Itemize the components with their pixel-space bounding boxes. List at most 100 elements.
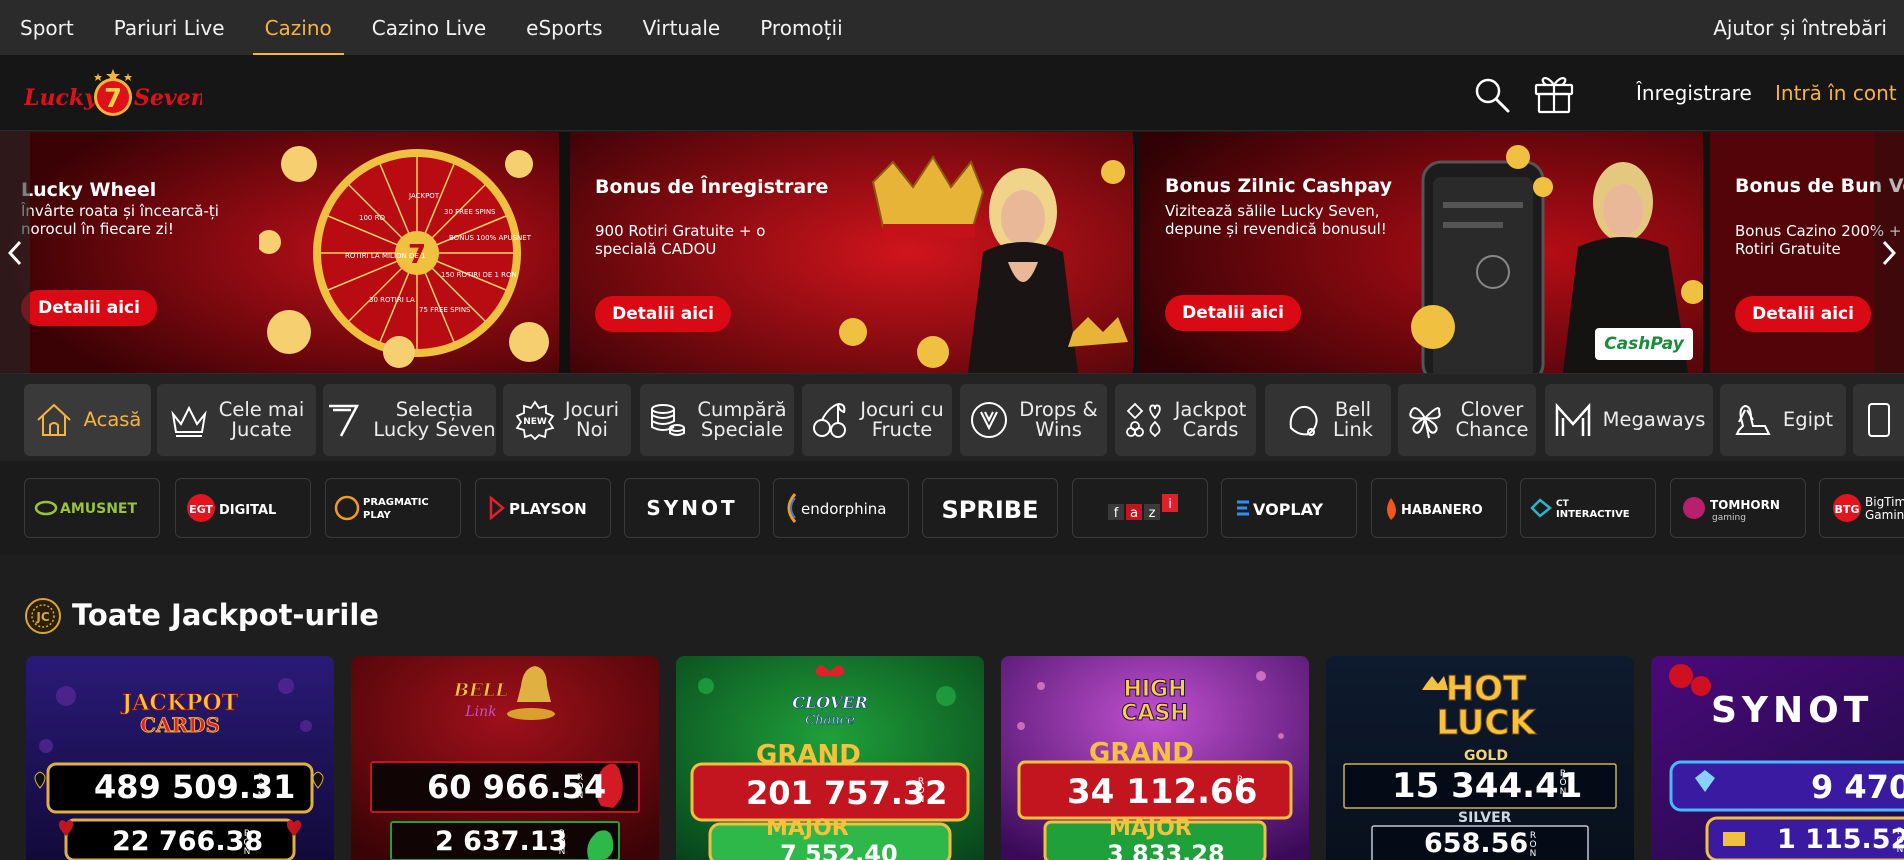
currency-label: RON	[243, 829, 251, 857]
jackpot-section-icon: JC	[25, 598, 61, 634]
spribe-logo: SPRIBE	[942, 496, 1039, 524]
currency-label: RON	[1559, 769, 1567, 797]
promo-card-lucky-wheel[interactable]: 7 JACKPOT 30 FREE SPINS BONUS 100% APUSN…	[0, 132, 559, 373]
jackpot-tier-label: SILVER	[1458, 810, 1512, 826]
jackpot-amount-second: 1 115.52	[1777, 824, 1904, 855]
category-jackpot-cards[interactable]: Jackpot Cards	[1115, 384, 1256, 456]
jackpot-tier-label: MAJOR	[1109, 816, 1192, 841]
nav-sport[interactable]: Sport	[0, 0, 94, 55]
playson-logo: PLAYSON	[489, 495, 587, 521]
clover-icon	[1409, 407, 1442, 439]
register-button[interactable]: Înregistrare	[1636, 81, 1752, 105]
wheel-label: 30 FREE SPINS	[444, 208, 496, 216]
category-jocuri-cu-fructe[interactable]: Jocuri cu Fructe	[802, 384, 952, 456]
drops-wins-icon	[971, 402, 1008, 438]
promo-details-button[interactable]: Detalii aici	[21, 290, 157, 326]
wheel-label: 100 RO	[359, 214, 385, 222]
jackpot-card-hot-luck[interactable]: HOT LUCK GOLD 15 344.41 RON SILVER 658.5…	[1326, 656, 1634, 860]
help-link[interactable]: Ajutor și întrebări	[1713, 0, 1887, 55]
promo-title: Bonus de Înregistrare	[595, 176, 829, 198]
cashpay-badge: CashPay	[1595, 328, 1693, 360]
svg-text:z: z	[1149, 506, 1156, 521]
nav-cazino[interactable]: Cazino	[245, 0, 352, 55]
category-clover-chance[interactable]: Clover Chance	[1398, 384, 1536, 456]
provider-amusnet[interactable]: AMUSNET	[24, 478, 160, 538]
provider-playson[interactable]: PLAYSON	[475, 478, 611, 538]
category-acasa[interactable]: Acasă	[24, 384, 151, 456]
provider-tomhorn[interactable]: TOMHORN gaming	[1670, 478, 1806, 538]
jackpot-amount-second: 3 833.28	[1107, 840, 1225, 860]
nav-promotii[interactable]: Promoții	[740, 0, 862, 55]
svg-text:7: 7	[104, 84, 122, 114]
promo-details-button[interactable]: Detalii aici	[595, 296, 731, 332]
carousel-prev-button[interactable]	[0, 132, 30, 373]
megaways-icon	[1555, 402, 1590, 436]
provider-pragmatic-play[interactable]: PRAGMATIC PLAY	[325, 478, 461, 538]
provider-bigtime-gaming[interactable]: BTG BigTime Gaming	[1819, 478, 1904, 538]
svg-text:Link: Link	[464, 704, 496, 720]
currency-label: RON	[576, 773, 584, 801]
nav-cazino-live[interactable]: Cazino Live	[352, 0, 506, 55]
provider-spribe[interactable]: SPRIBE	[922, 478, 1058, 538]
provider-endorphina[interactable]: endorphina	[773, 478, 909, 538]
nav-esports[interactable]: eSports	[506, 0, 622, 55]
jackpot-card-high-cash[interactable]: HIGH CASH GRAND 34 112.66 RON MAJOR 3 83…	[1001, 656, 1309, 860]
woman-crown-illustration	[839, 155, 1128, 373]
wheel-label: BONUS 100% APUSNET	[449, 234, 532, 242]
promo-description: Învârte roata și încearcă-ți norocul în …	[21, 202, 219, 238]
jackpot-amount-second: 22 766.38	[112, 826, 264, 857]
site-header: Lucky 7 Seven Înregistrare Intră în cont	[0, 55, 1904, 131]
nav-pariuri-live[interactable]: Pariuri Live	[94, 0, 245, 55]
jackpot-tier-label: GRAND	[756, 740, 861, 770]
home-icon	[36, 403, 71, 436]
svg-text:endorphina: endorphina	[801, 500, 887, 518]
gift-icon[interactable]	[1532, 71, 1576, 115]
promo-carousel: 7 JACKPOT 30 FREE SPINS BONUS 100% APUSN…	[0, 132, 1904, 373]
login-button[interactable]: Intră în cont	[1775, 81, 1897, 105]
provider-egt-digital[interactable]: EGT DIGITAL	[175, 478, 311, 538]
provider-habanero[interactable]: HABANERO	[1371, 478, 1507, 538]
card-suits-icon	[1125, 402, 1161, 438]
svg-text:DIGITAL: DIGITAL	[219, 503, 276, 518]
category-drops-wins[interactable]: Drops & Wins	[960, 384, 1107, 456]
provider-synot[interactable]: SYNOT	[624, 478, 760, 538]
provider-fazi[interactable]: f a z i	[1072, 478, 1208, 538]
promo-details-button[interactable]: Detalii aici	[1165, 295, 1301, 331]
wheel-label: 30 ROTIRI LA	[369, 296, 415, 304]
search-icon[interactable]	[1472, 75, 1512, 115]
svg-text:SPRIBE: SPRIBE	[942, 496, 1039, 524]
nav-virtuale[interactable]: Virtuale	[623, 0, 741, 55]
category-megaways[interactable]: Megaways	[1545, 384, 1713, 456]
category-label: Drops & Wins	[1019, 398, 1098, 441]
promo-card-daily-cashpay[interactable]: CashPay Bonus Zilnic Cashpay Vizitează s…	[1140, 132, 1703, 373]
category-jocuri-noi[interactable]: NEW Jocuri Noi	[503, 384, 631, 456]
jackpot-card-bell-link[interactable]: BELL Link 60 966.54 RON 2 637.13 RON	[351, 656, 659, 860]
svg-text:VOPLAY: VOPLAY	[1253, 500, 1323, 519]
carousel-next-button[interactable]	[1874, 132, 1904, 373]
category-cele-mai-jucate[interactable]: Cele mai Jucate	[157, 384, 316, 456]
jackpot-card-synot[interactable]: SYNOT 9 470.5 1 115.52 RON	[1651, 656, 1904, 860]
category-bell-link[interactable]: Bell Link	[1265, 384, 1391, 456]
svg-text:BELL: BELL	[453, 680, 508, 701]
category-more[interactable]	[1853, 384, 1904, 456]
wheel-label: 150 ROTIRI DE 1 RON	[441, 271, 517, 279]
category-bar: Acasă Cele mai Jucate Selecția Lucky Sev…	[0, 373, 1904, 461]
category-label: Jocuri cu Fructe	[860, 398, 944, 441]
jackpot-card-jackpot-cards[interactable]: JACKPOT CARDS 489 509.31 RON 22 766.38 R…	[26, 656, 334, 860]
currency-label: RON	[257, 773, 265, 801]
category-egipt[interactable]: Egipt	[1720, 384, 1846, 456]
svg-text:Lucky: Lucky	[24, 85, 99, 111]
promo-card-registration-bonus[interactable]: Bonus de Înregistrare 900 Rotiri Gratuit…	[570, 132, 1133, 373]
promo-details-button[interactable]: Detalii aici	[1735, 296, 1871, 332]
svg-text:AMUSNET: AMUSNET	[60, 501, 137, 517]
category-cumpara-speciale[interactable]: Cumpără Speciale	[640, 384, 794, 456]
jackpot-amount-second: 658.56	[1424, 828, 1529, 859]
providers-strip: AMUSNET EGT DIGITAL PRAGMATIC PLAY PLAYS…	[0, 462, 1904, 554]
provider-ct-interactive[interactable]: CT INTERACTIVE	[1520, 478, 1656, 538]
lucky-seven-logo[interactable]: Lucky 7 Seven	[24, 67, 202, 121]
provider-evoplay[interactable]: VOPLAY	[1221, 478, 1357, 538]
category-label: Clover Chance	[1455, 398, 1529, 441]
category-selectia-lucky-seven[interactable]: Selecția Lucky Seven	[323, 384, 496, 456]
svg-text:i: i	[1168, 497, 1172, 512]
jackpot-card-clover-chance[interactable]: CLOVER Chance GRAND 201 757.32 RON MAJOR…	[676, 656, 984, 860]
